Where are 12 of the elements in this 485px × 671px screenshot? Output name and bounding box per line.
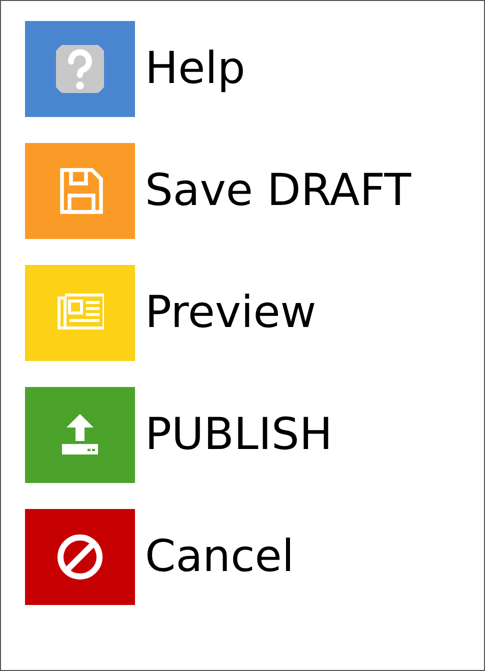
menu-tile-button[interactable]	[25, 387, 135, 483]
menu-tile-button[interactable]	[25, 21, 135, 117]
prohibited-icon	[56, 533, 104, 581]
menu-label[interactable]: PUBLISH	[145, 413, 332, 457]
menu-tile-button[interactable]	[25, 265, 135, 361]
menu-label[interactable]: Preview	[145, 291, 316, 335]
help-icon	[56, 45, 104, 93]
menu-label[interactable]: Cancel	[145, 535, 294, 579]
menu-label[interactable]: Help	[145, 47, 246, 91]
menu-tile-button[interactable]	[25, 509, 135, 605]
menu-label[interactable]: Save DRAFT	[145, 169, 412, 213]
menu-tile-button[interactable]	[25, 143, 135, 239]
